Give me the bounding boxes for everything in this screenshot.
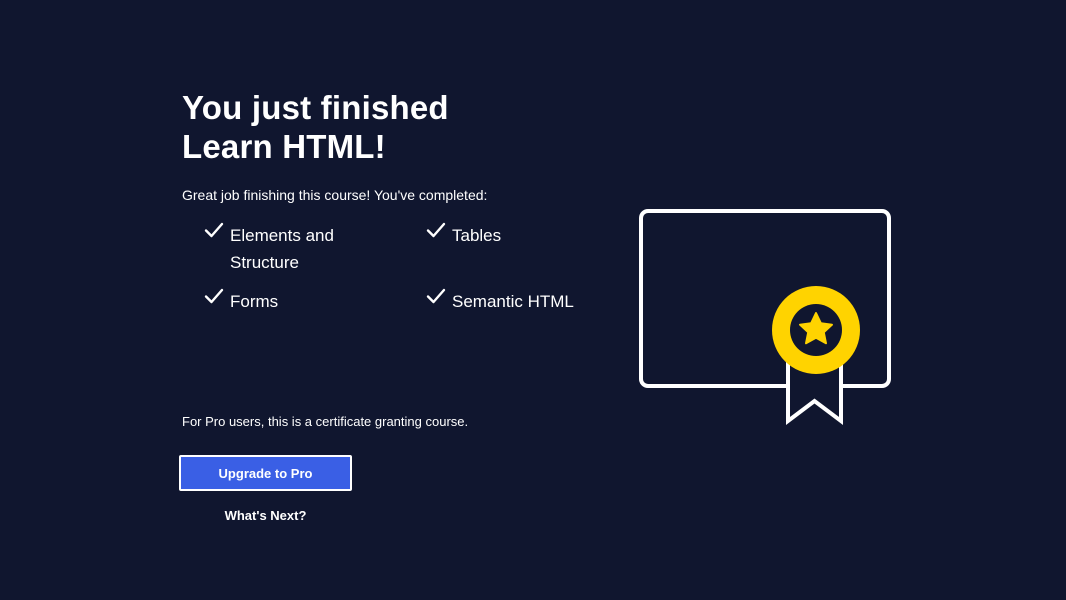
completion-subtitle: Great job finishing this course! You've … [182, 187, 488, 203]
checkmark-icon [426, 222, 446, 238]
upgrade-button-label: Upgrade to Pro [183, 459, 348, 487]
title-line-2: Learn HTML! [182, 128, 386, 165]
whats-next-link[interactable]: What's Next? [179, 506, 352, 526]
module-item-forms: Forms [202, 288, 360, 315]
checkmark-icon [204, 288, 224, 304]
certificate-icon [639, 209, 891, 426]
module-item-elements-and-structure: Elements and Structure [202, 222, 360, 276]
module-label: Elements and Structure [230, 226, 334, 272]
pro-certificate-note: For Pro users, this is a certificate gra… [182, 414, 469, 429]
module-label: Tables [452, 226, 502, 245]
module-item-semantic-html: Semantic HTML [424, 288, 622, 315]
checkmark-icon [204, 222, 224, 238]
star-badge-icon [772, 286, 860, 374]
completed-modules-list: Elements and Structure Tables Forms Sema… [202, 222, 602, 332]
upgrade-to-pro-button[interactable]: Upgrade to Pro [179, 455, 352, 491]
completion-panel: You just finished Learn HTML! Great job … [182, 88, 602, 311]
title-line-1: You just finished [182, 89, 449, 126]
page-title: You just finished Learn HTML! [182, 88, 602, 166]
module-item-tables: Tables [424, 222, 622, 249]
module-label: Forms [230, 292, 279, 311]
checkmark-icon [426, 288, 446, 304]
module-label: Semantic HTML [452, 292, 574, 311]
